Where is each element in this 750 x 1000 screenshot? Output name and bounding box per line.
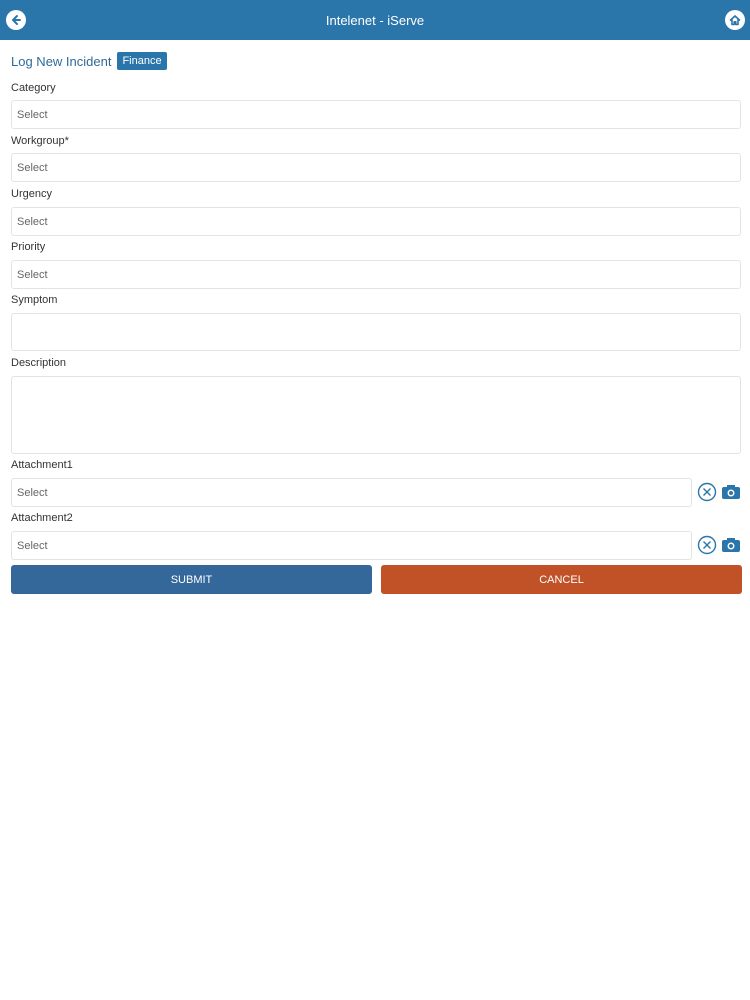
back-button[interactable] [6, 10, 26, 30]
priority-label: Priority [11, 241, 46, 253]
symptom-label: Symptom [11, 294, 58, 306]
description-label: Description [11, 357, 67, 369]
urgency-label: Urgency [11, 188, 52, 200]
page-heading: Log New Incident Finance [11, 52, 167, 70]
workgroup-value: Select [17, 161, 48, 174]
workgroup-select[interactable]: Select [11, 153, 741, 182]
page-title: Log New Incident [11, 53, 112, 69]
attachment1-clear-button[interactable] [697, 482, 717, 502]
attachment2-camera-button[interactable] [721, 535, 741, 555]
attachment2-field[interactable]: Select [11, 531, 692, 560]
app-title: Intelenet - iServe [325, 12, 425, 28]
attachment2-clear-button[interactable] [697, 535, 717, 555]
close-circle-icon [697, 482, 717, 502]
attachment2-value: Select [17, 539, 48, 552]
workgroup-label: Workgroup* [11, 135, 69, 147]
priority-value: Select [17, 268, 48, 281]
arrow-left-icon [12, 15, 21, 25]
home-button[interactable] [725, 10, 745, 30]
attachment1-value: Select [17, 486, 48, 499]
category-select[interactable]: Select [11, 100, 741, 129]
home-icon [729, 15, 741, 26]
attachment1-camera-button[interactable] [721, 482, 741, 502]
camera-icon [722, 485, 740, 499]
submit-button[interactable]: SUBMIT [11, 565, 372, 594]
category-label: Category [11, 82, 56, 94]
category-value: Select [17, 108, 48, 121]
cancel-button[interactable]: CANCEL [381, 565, 742, 594]
symptom-input[interactable] [11, 313, 741, 351]
attachment1-field[interactable]: Select [11, 478, 692, 507]
attachment1-label: Attachment1 [11, 459, 73, 471]
close-circle-icon [697, 535, 717, 555]
urgency-value: Select [17, 215, 48, 228]
camera-icon [722, 538, 740, 552]
priority-select[interactable]: Select [11, 260, 741, 289]
urgency-select[interactable]: Select [11, 207, 741, 236]
department-badge: Finance [117, 52, 167, 70]
description-textarea[interactable] [11, 376, 741, 454]
app-header: Intelenet - iServe [0, 0, 750, 40]
attachment2-label: Attachment2 [11, 512, 73, 524]
